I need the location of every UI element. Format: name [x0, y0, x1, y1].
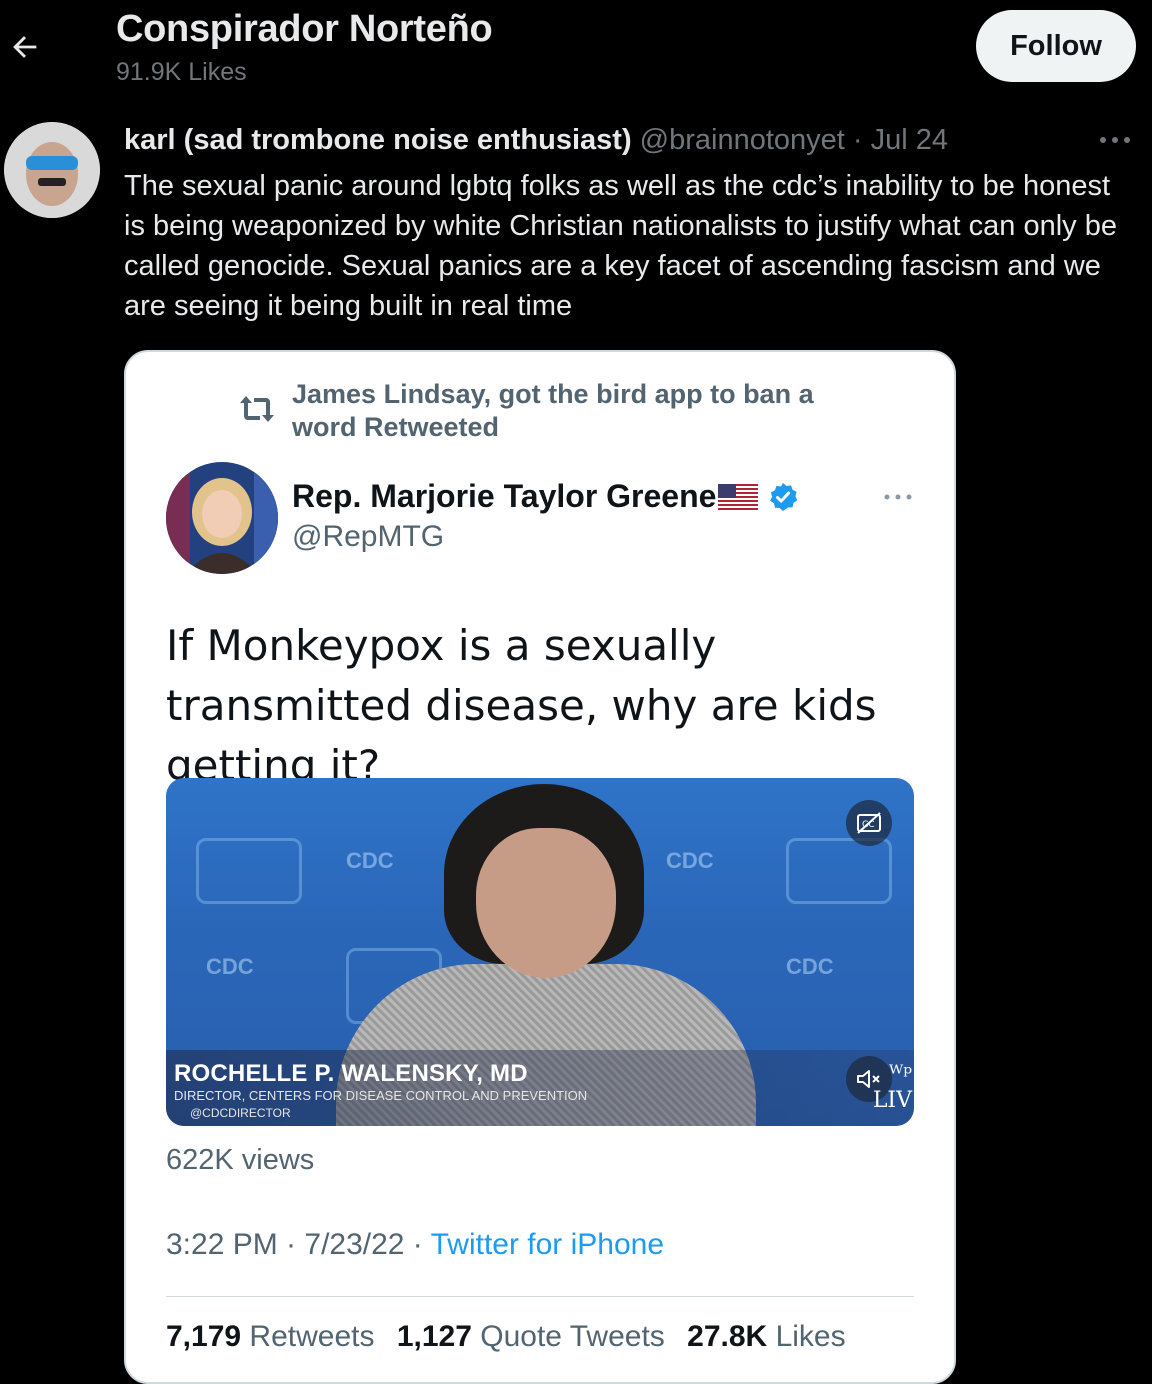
background-logo: CDC	[346, 848, 394, 873]
more-horizontal-icon	[884, 494, 912, 500]
retweeted-by-label[interactable]: James Lindsay, got the bird app to ban a…	[292, 378, 852, 444]
caption-name: ROCHELLE P. WALENSKY, MD	[174, 1060, 528, 1087]
back-button[interactable]	[8, 30, 42, 64]
avatar[interactable]	[4, 122, 100, 218]
speaker-face	[476, 828, 616, 978]
caption-title: DIRECTOR, CENTERS FOR DISEASE CONTROL AN…	[174, 1088, 588, 1103]
more-horizontal-icon	[1100, 137, 1130, 143]
retweets-stat[interactable]: 7,179 Retweets	[166, 1320, 374, 1353]
arrow-left-icon	[13, 36, 37, 58]
view-count: 622K views	[166, 1144, 315, 1176]
tweet-text: The sexual panic around lgbtq folks as w…	[124, 170, 1117, 322]
background-panel	[786, 838, 892, 904]
verified-badge-icon	[768, 482, 798, 520]
likes-stat[interactable]: 27.8K Likes	[687, 1320, 845, 1353]
quoted-tweet-text: If Monkeypox is a sexually transmitted d…	[166, 621, 877, 790]
quoted-author-name-text: Rep. Marjorie Taylor Greene	[292, 478, 717, 514]
retweets-count: 7,179	[166, 1320, 242, 1353]
captions-button[interactable]: CC	[846, 800, 892, 846]
avatar-photo	[4, 122, 100, 218]
retweet-icon	[236, 392, 278, 426]
quoted-author-name[interactable]: Rep. Marjorie Taylor Greene	[292, 478, 798, 520]
background-logo: CDC	[786, 954, 834, 979]
page-title: Conspirador Norteño	[116, 8, 493, 50]
timestamp-date[interactable]: 3:22 PM · 7/23/22 ·	[166, 1228, 431, 1261]
caption-handle: @CDCDIRECTOR	[190, 1106, 291, 1120]
quoted-author-handle[interactable]: @RepMTG	[292, 520, 444, 554]
likes-stat-label: Likes	[775, 1320, 846, 1353]
us-flag-icon	[718, 481, 759, 518]
tweet-header: karl (sad trombone noise enthusiast) @br…	[124, 124, 948, 157]
quoted-author-avatar[interactable]	[166, 462, 278, 574]
background-logo: CDC	[206, 954, 254, 979]
background-logo: CDC	[666, 848, 714, 873]
quote-tweets-label: Quote Tweets	[480, 1320, 665, 1353]
engagement-stats: 7,179 Retweets 1,127 Quote Tweets 27.8K …	[166, 1320, 860, 1354]
video-player[interactable]: CDC CDC CDC CDC ROCHELLE P. WALENSKY, MD…	[166, 778, 914, 1126]
follow-button[interactable]: Follow	[976, 10, 1136, 82]
source-link[interactable]: Twitter for iPhone	[431, 1228, 664, 1261]
more-options-button[interactable]	[1098, 128, 1132, 152]
quoted-more-options-button[interactable]	[882, 488, 914, 506]
closed-captions-icon: CC	[857, 812, 881, 834]
avatar-photo	[166, 462, 278, 574]
likes-stat-count: 27.8K	[687, 1320, 768, 1353]
retweets-label: Retweets	[249, 1320, 375, 1353]
tweet-author-name[interactable]: karl (sad trombone noise enthusiast)	[124, 124, 632, 156]
timestamp: 3:22 PM · 7/23/22 · Twitter for iPhone	[166, 1228, 664, 1262]
quote-tweets-stat[interactable]: 1,127 Quote Tweets	[397, 1320, 665, 1353]
wp-live-logo: ᵂᵖ LIV	[872, 1062, 912, 1113]
embedded-tweet-card: James Lindsay, got the bird app to ban a…	[124, 350, 956, 1384]
tweet-handle-date[interactable]: @brainnotonyet · Jul 24	[632, 124, 948, 156]
likes-count: 91.9K Likes	[116, 58, 247, 86]
quote-tweets-count: 1,127	[396, 1320, 472, 1353]
divider	[166, 1296, 914, 1297]
background-panel	[196, 838, 302, 904]
